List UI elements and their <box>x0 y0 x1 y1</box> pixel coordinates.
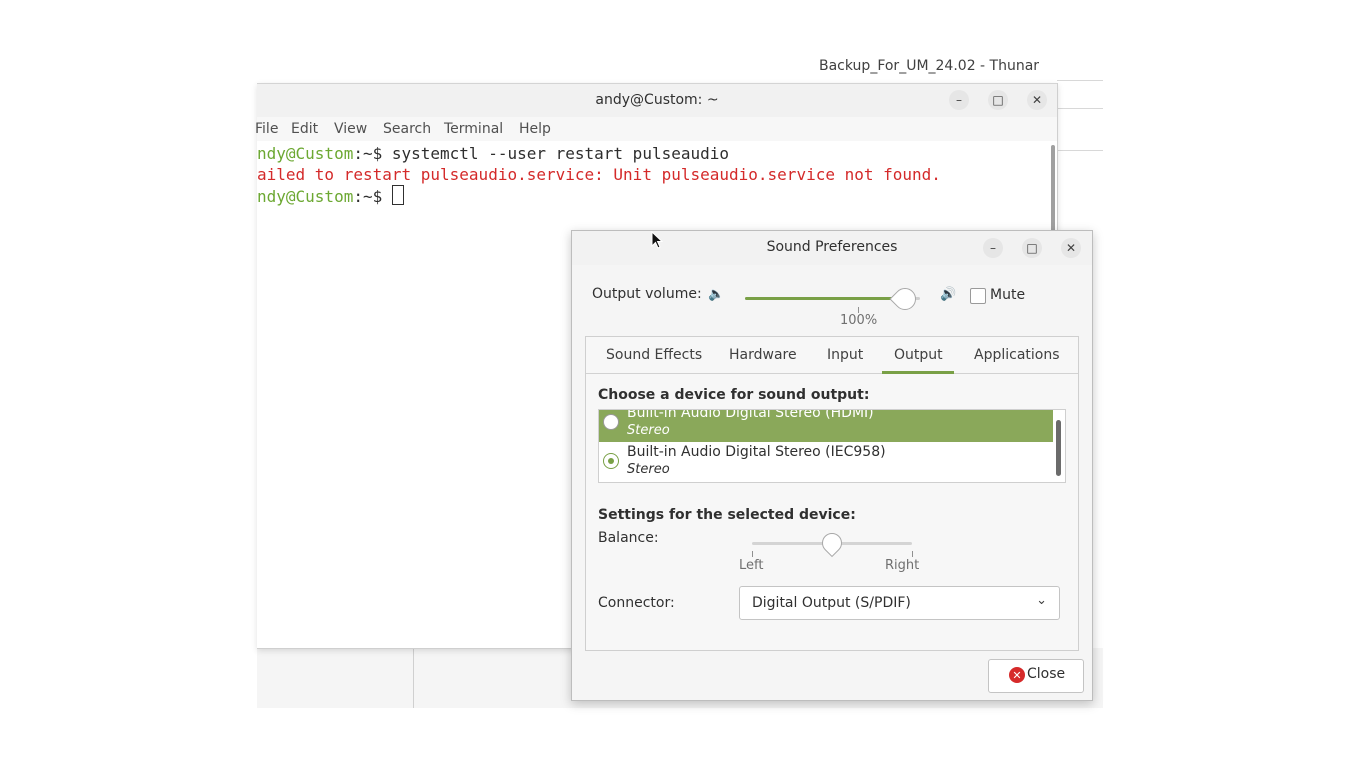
output-device-list[interactable]: Built-in Audio Digital Stereo (HDMI) Ste… <box>598 409 1066 483</box>
balance-label: Balance: <box>598 530 659 546</box>
output-volume-label: Output volume: <box>592 286 702 302</box>
dialog-title: Sound Preferences <box>766 239 898 255</box>
prompt-user: ndy@Custom <box>257 187 354 206</box>
connector-dropdown[interactable]: Digital Output (S/PDIF) ⌄ <box>739 586 1060 620</box>
balance-tick-left <box>752 551 753 557</box>
divider <box>1057 150 1103 151</box>
device-profile: Stereo <box>627 462 670 477</box>
radio-dot <box>608 458 614 464</box>
command-text: systemctl --user restart pulseaudio <box>391 144 730 163</box>
menu-file[interactable]: File <box>255 121 278 137</box>
list-item[interactable]: Built-in Audio Digital Stereo (IEC958) S… <box>599 442 1053 482</box>
minimize-icon[interactable]: – <box>949 90 969 110</box>
list-item[interactable]: Built-in Audio Digital Stereo (HDMI) Ste… <box>599 409 1053 442</box>
mute-label[interactable]: Mute <box>990 287 1025 303</box>
device-profile: Stereo <box>627 423 670 438</box>
sound-tabs-panel: Sound Effects Hardware Input Output Appl… <box>585 336 1079 651</box>
divider <box>1057 80 1103 81</box>
mute-checkbox[interactable] <box>970 288 986 304</box>
divider <box>1057 108 1103 109</box>
balance-slider-handle[interactable] <box>817 528 847 558</box>
chevron-down-icon: ⌄ <box>1036 593 1047 608</box>
terminal-line: ndy@Custom:~$ systemctl --user restart p… <box>257 143 1049 164</box>
connector-value: Digital Output (S/PDIF) <box>752 595 911 611</box>
text-cursor <box>391 185 404 205</box>
terminal-line: ndy@Custom:~$ <box>257 185 1049 207</box>
device-radio[interactable] <box>603 453 619 469</box>
balance-left-label: Left <box>739 558 764 573</box>
menu-view[interactable]: View <box>334 121 367 137</box>
window-close-icon[interactable]: ✕ <box>1027 90 1047 110</box>
balance-right-label: Right <box>885 558 920 573</box>
window-close-icon[interactable]: ✕ <box>1061 238 1081 258</box>
terminal-scrollbar[interactable] <box>1051 145 1055 235</box>
volume-fill <box>745 297 912 300</box>
tab-sound-effects[interactable]: Sound Effects <box>606 347 702 363</box>
maximize-icon[interactable]: □ <box>1022 238 1042 258</box>
error-text: ailed to restart pulseaudio.service: Uni… <box>257 165 941 184</box>
volume-percent-mark: 100% <box>840 313 878 328</box>
device-name: Built-in Audio Digital Stereo (HDMI) <box>627 409 874 421</box>
minimize-icon[interactable]: – <box>983 238 1003 258</box>
prompt-separator: :~$ <box>353 144 392 163</box>
tab-bar: Sound Effects Hardware Input Output Appl… <box>586 337 1078 374</box>
menu-edit[interactable]: Edit <box>291 121 318 137</box>
choose-device-heading: Choose a device for sound output: <box>598 387 870 403</box>
active-tab-indicator <box>882 371 954 374</box>
terminal-menubar: File Edit View Search Terminal Help <box>255 117 1057 141</box>
sound-preferences-dialog[interactable]: Sound Preferences – □ ✕ Output volume: 🔈… <box>571 230 1093 701</box>
thunar-title: Backup_For_UM_24.02 - Thunar <box>819 58 1040 74</box>
close-circle-icon: ✕ <box>1009 667 1025 683</box>
menu-search[interactable]: Search <box>383 121 431 137</box>
menu-terminal[interactable]: Terminal <box>444 121 503 137</box>
device-radio[interactable] <box>603 414 619 430</box>
terminal-title: andy@Custom: ~ <box>595 92 719 108</box>
maximize-icon[interactable]: □ <box>988 90 1008 110</box>
pane-divider[interactable] <box>413 648 414 708</box>
mouse-pointer-icon <box>651 231 663 249</box>
tab-input[interactable]: Input <box>827 347 863 363</box>
tab-hardware[interactable]: Hardware <box>729 347 797 363</box>
tab-output[interactable]: Output <box>894 347 943 363</box>
close-button[interactable]: ✕ Close <box>988 659 1084 693</box>
menu-help[interactable]: Help <box>519 121 551 137</box>
device-name: Built-in Audio Digital Stereo (IEC958) <box>627 444 886 460</box>
prompt-user: ndy@Custom <box>257 144 354 163</box>
list-scrollbar[interactable] <box>1056 420 1061 476</box>
close-button-label: Close <box>1027 666 1066 682</box>
balance-tick-right <box>912 551 913 557</box>
tab-applications[interactable]: Applications <box>974 347 1060 363</box>
volume-slider-handle[interactable] <box>889 283 921 315</box>
dialog-titlebar[interactable]: Sound Preferences – □ ✕ <box>572 231 1092 265</box>
device-settings-heading: Settings for the selected device: <box>598 507 856 523</box>
prompt-separator: :~$ <box>353 187 392 206</box>
connector-label: Connector: <box>598 595 675 611</box>
terminal-line: ailed to restart pulseaudio.service: Uni… <box>257 164 1049 185</box>
speaker-low-icon: 🔈 <box>708 287 725 302</box>
terminal-titlebar[interactable]: andy@Custom: ~ – □ ✕ <box>257 83 1057 118</box>
speaker-high-icon: 🔊 <box>940 287 957 302</box>
